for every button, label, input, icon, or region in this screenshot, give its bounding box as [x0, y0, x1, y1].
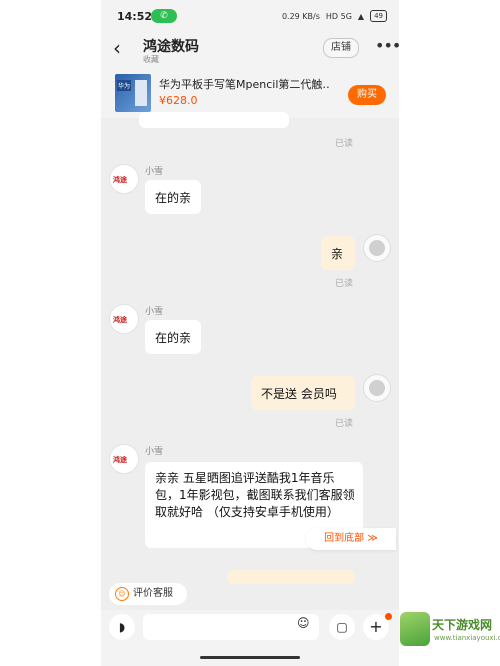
message-bubble[interactable]: 在的亲 — [145, 320, 201, 354]
store-button[interactable]: 店铺 — [323, 38, 359, 58]
status-bar: 14:52 ✆ 0.29 KB/s HD 5G ▲ 49 — [101, 0, 399, 34]
message-text: 亲亲 五星晒图追评送酷我1年音乐包，1年影视包，截图联系我们客服领取就好哈 （仅… — [155, 471, 355, 519]
product-thumbnail[interactable]: 华为 — [115, 74, 151, 112]
wifi-icon: ▲ — [357, 11, 365, 21]
battery-icon: 49 — [370, 10, 387, 22]
avatar-face-icon — [369, 380, 385, 396]
shop-title: 鸿途数码 — [143, 39, 199, 55]
agent-avatar[interactable]: 鸿途 — [109, 164, 139, 194]
shop-logo: 鸿途 — [113, 176, 127, 184]
favorite-link[interactable]: 收藏 — [143, 54, 159, 65]
rate-service-button[interactable]: ☺ 评价客服 — [109, 583, 187, 605]
voice-icon[interactable]: ◗ — [109, 614, 135, 640]
screenshot-canvas: 14:52 ✆ 0.29 KB/s HD 5G ▲ 49 ‹ 鸿途数码 收藏 店… — [0, 0, 500, 666]
message-bubble[interactable]: 亲 — [321, 236, 355, 270]
watermark-logo-icon — [400, 612, 430, 646]
agent-name: 小雪 — [145, 167, 164, 177]
clock: 14:52 — [117, 10, 153, 23]
watermark-url: www.tianxiayouxi.com — [434, 634, 500, 642]
emoji-icon[interactable]: ☺ — [297, 616, 310, 630]
system-icons: 0.29 KB/s HD 5G ▲ 49 — [282, 10, 387, 22]
message-text: 亲 — [331, 247, 344, 261]
jump-to-bottom-button[interactable]: 回到底部 ≫ — [306, 528, 396, 550]
user-avatar[interactable] — [363, 374, 391, 402]
product-title: 华为平板手写笔Mpencil第二代触… — [159, 78, 329, 91]
agent-avatar[interactable]: 鸿途 — [109, 304, 139, 334]
network-type: HD 5G — [325, 11, 352, 21]
rate-service-label: 评价客服 — [133, 588, 173, 599]
back-arrow-icon[interactable]: ‹ — [113, 38, 121, 58]
smile-icon: ☺ — [115, 587, 129, 601]
shopping-bag-icon[interactable]: ▢ — [329, 614, 355, 640]
more-icon[interactable]: ••• — [375, 36, 399, 55]
shop-logo: 鸿途 — [113, 456, 127, 464]
message-bubble[interactable]: 在的亲 — [145, 180, 201, 214]
message-text: 在的亲 — [155, 331, 192, 345]
next-message-bubble — [227, 570, 355, 584]
product-price: ¥628.0 — [159, 94, 198, 107]
shop-logo: 鸿途 — [113, 316, 127, 324]
agent-name: 小雪 — [145, 307, 164, 317]
previous-message-bubble — [139, 112, 289, 128]
agent-avatar[interactable]: 鸿途 — [109, 444, 139, 474]
buy-button[interactable]: 购买 — [348, 85, 386, 105]
read-status: 已读 — [335, 419, 354, 429]
phone-icon: ✆ — [160, 11, 168, 21]
message-text: 不是送 会员吗 — [261, 387, 337, 401]
read-status: 已读 — [335, 139, 354, 149]
watermark: 天下游戏网 www.tianxiayouxi.com — [396, 602, 500, 666]
chat-header: ‹ 鸿途数码 收藏 店铺 ••• — [101, 34, 399, 70]
agent-name: 小雪 — [145, 447, 164, 457]
watermark-title: 天下游戏网 — [432, 618, 493, 632]
home-indicator — [200, 656, 300, 659]
phone-screen: 14:52 ✆ 0.29 KB/s HD 5G ▲ 49 ‹ 鸿途数码 收藏 店… — [101, 0, 399, 666]
avatar-face-icon — [369, 240, 385, 256]
notification-dot — [385, 613, 392, 620]
thumb-pencil-shape — [135, 80, 147, 106]
chat-area[interactable]: 已读 鸿途 小雪 在的亲 亲 已读 鸿途 小雪 在的亲 不是送 会员吗 已读 鸿… — [101, 112, 399, 584]
message-input[interactable] — [143, 614, 319, 640]
message-text: 在的亲 — [155, 191, 192, 205]
call-badge[interactable]: ✆ — [151, 9, 177, 23]
user-avatar[interactable] — [363, 234, 391, 262]
read-status: 已读 — [335, 279, 354, 289]
thumb-brand-tag: 华为 — [117, 80, 132, 91]
net-speed: 0.29 KB/s — [281, 11, 320, 21]
message-bubble[interactable]: 不是送 会员吗 — [251, 376, 355, 410]
product-card[interactable]: 华为 华为平板手写笔Mpencil第二代触… ¥628.0 购买 — [101, 70, 399, 118]
